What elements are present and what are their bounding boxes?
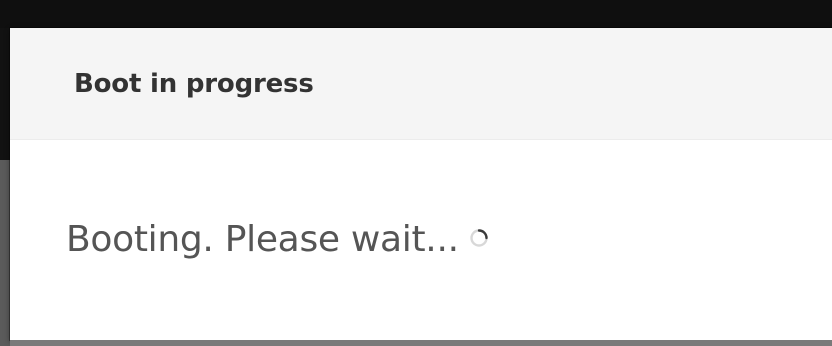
loading-spinner-icon (469, 228, 489, 248)
dialog-body: Booting. Please wait... (10, 140, 832, 339)
boot-status-text: Booting. Please wait... (66, 219, 459, 260)
backdrop-bottom-edge (10, 340, 832, 346)
dialog-title: Boot in progress (74, 68, 314, 99)
boot-dialog: Boot in progress Booting. Please wait... (10, 28, 832, 340)
top-bar (0, 0, 832, 28)
dialog-header: Boot in progress (10, 28, 832, 140)
